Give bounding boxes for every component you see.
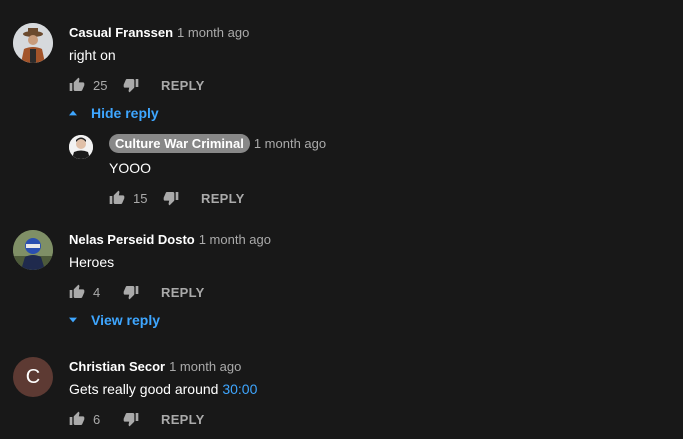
comment-time[interactable]: 1 month ago xyxy=(169,359,241,374)
like-count: 4 xyxy=(93,284,101,300)
thumbs-up-icon xyxy=(69,284,85,298)
comment-header: Nelas Perseid Dosto 1 month ago xyxy=(69,232,271,248)
avatar[interactable] xyxy=(13,23,53,63)
comment-time[interactable]: 1 month ago xyxy=(199,232,271,247)
like-count: 15 xyxy=(133,190,148,206)
like-count: 25 xyxy=(93,77,108,93)
avatar-letter: C xyxy=(25,365,41,388)
comment-time[interactable]: 1 month ago xyxy=(177,25,249,40)
comment-actions: 6 REPLY xyxy=(69,409,205,429)
thumbs-down-icon xyxy=(123,79,139,93)
avatar[interactable] xyxy=(69,135,93,159)
reply-button[interactable]: REPLY xyxy=(161,78,205,93)
like-button[interactable] xyxy=(69,284,85,300)
dislike-button[interactable] xyxy=(163,190,179,206)
hide-replies-button[interactable]: Hide reply xyxy=(69,105,159,121)
avatar[interactable] xyxy=(13,230,53,270)
author-name[interactable]: Nelas Perseid Dosto xyxy=(69,232,195,247)
comment-text: right on xyxy=(69,47,116,63)
user-photo-icon xyxy=(13,23,53,63)
author-name[interactable]: Christian Secor xyxy=(69,359,165,374)
user-photo-icon xyxy=(69,135,93,159)
comment-actions: 4 REPLY xyxy=(69,282,205,302)
dislike-button[interactable] xyxy=(123,411,139,427)
reply-button[interactable]: REPLY xyxy=(201,191,245,206)
comment-header: Casual Franssen 1 month ago xyxy=(69,25,249,41)
chevron-down-icon xyxy=(69,317,77,323)
comment-actions: 15 REPLY xyxy=(109,188,245,208)
toggle-label: View reply xyxy=(91,312,161,328)
reply-button[interactable]: REPLY xyxy=(161,412,205,427)
timestamp-link[interactable]: 30:00 xyxy=(222,381,257,397)
author-name[interactable]: Casual Franssen xyxy=(69,25,173,40)
comment-header: Christian Secor 1 month ago xyxy=(69,359,241,375)
thumbs-down-icon xyxy=(123,413,139,427)
comment-header: Culture War Criminal 1 month ago xyxy=(109,134,326,153)
thumbs-up-icon xyxy=(109,190,125,204)
thumbs-up-icon xyxy=(69,77,85,91)
thumbs-down-icon xyxy=(163,192,179,206)
reply-button[interactable]: REPLY xyxy=(161,285,205,300)
avatar[interactable]: C xyxy=(13,357,53,397)
thumbs-up-icon xyxy=(69,411,85,425)
comment-text: Heroes xyxy=(69,254,115,270)
comment-text: YOOO xyxy=(109,160,152,176)
like-button[interactable] xyxy=(69,411,85,427)
chevron-up-icon xyxy=(69,110,77,116)
thumbs-down-icon xyxy=(123,286,139,300)
comment-time[interactable]: 1 month ago xyxy=(254,136,326,151)
like-button[interactable] xyxy=(69,77,85,93)
dislike-button[interactable] xyxy=(123,284,139,300)
like-count: 6 xyxy=(93,411,101,427)
dislike-button[interactable] xyxy=(123,77,139,93)
like-button[interactable] xyxy=(109,190,125,206)
user-photo-icon xyxy=(13,230,53,270)
comment-text: Gets really good around 30:00 xyxy=(69,380,257,398)
view-replies-button[interactable]: View reply xyxy=(69,312,160,328)
author-name-badge[interactable]: Culture War Criminal xyxy=(109,134,250,153)
comment-text-body: Gets really good around xyxy=(69,381,219,397)
comment-actions: 25 REPLY xyxy=(69,75,205,95)
toggle-label: Hide reply xyxy=(91,105,159,121)
